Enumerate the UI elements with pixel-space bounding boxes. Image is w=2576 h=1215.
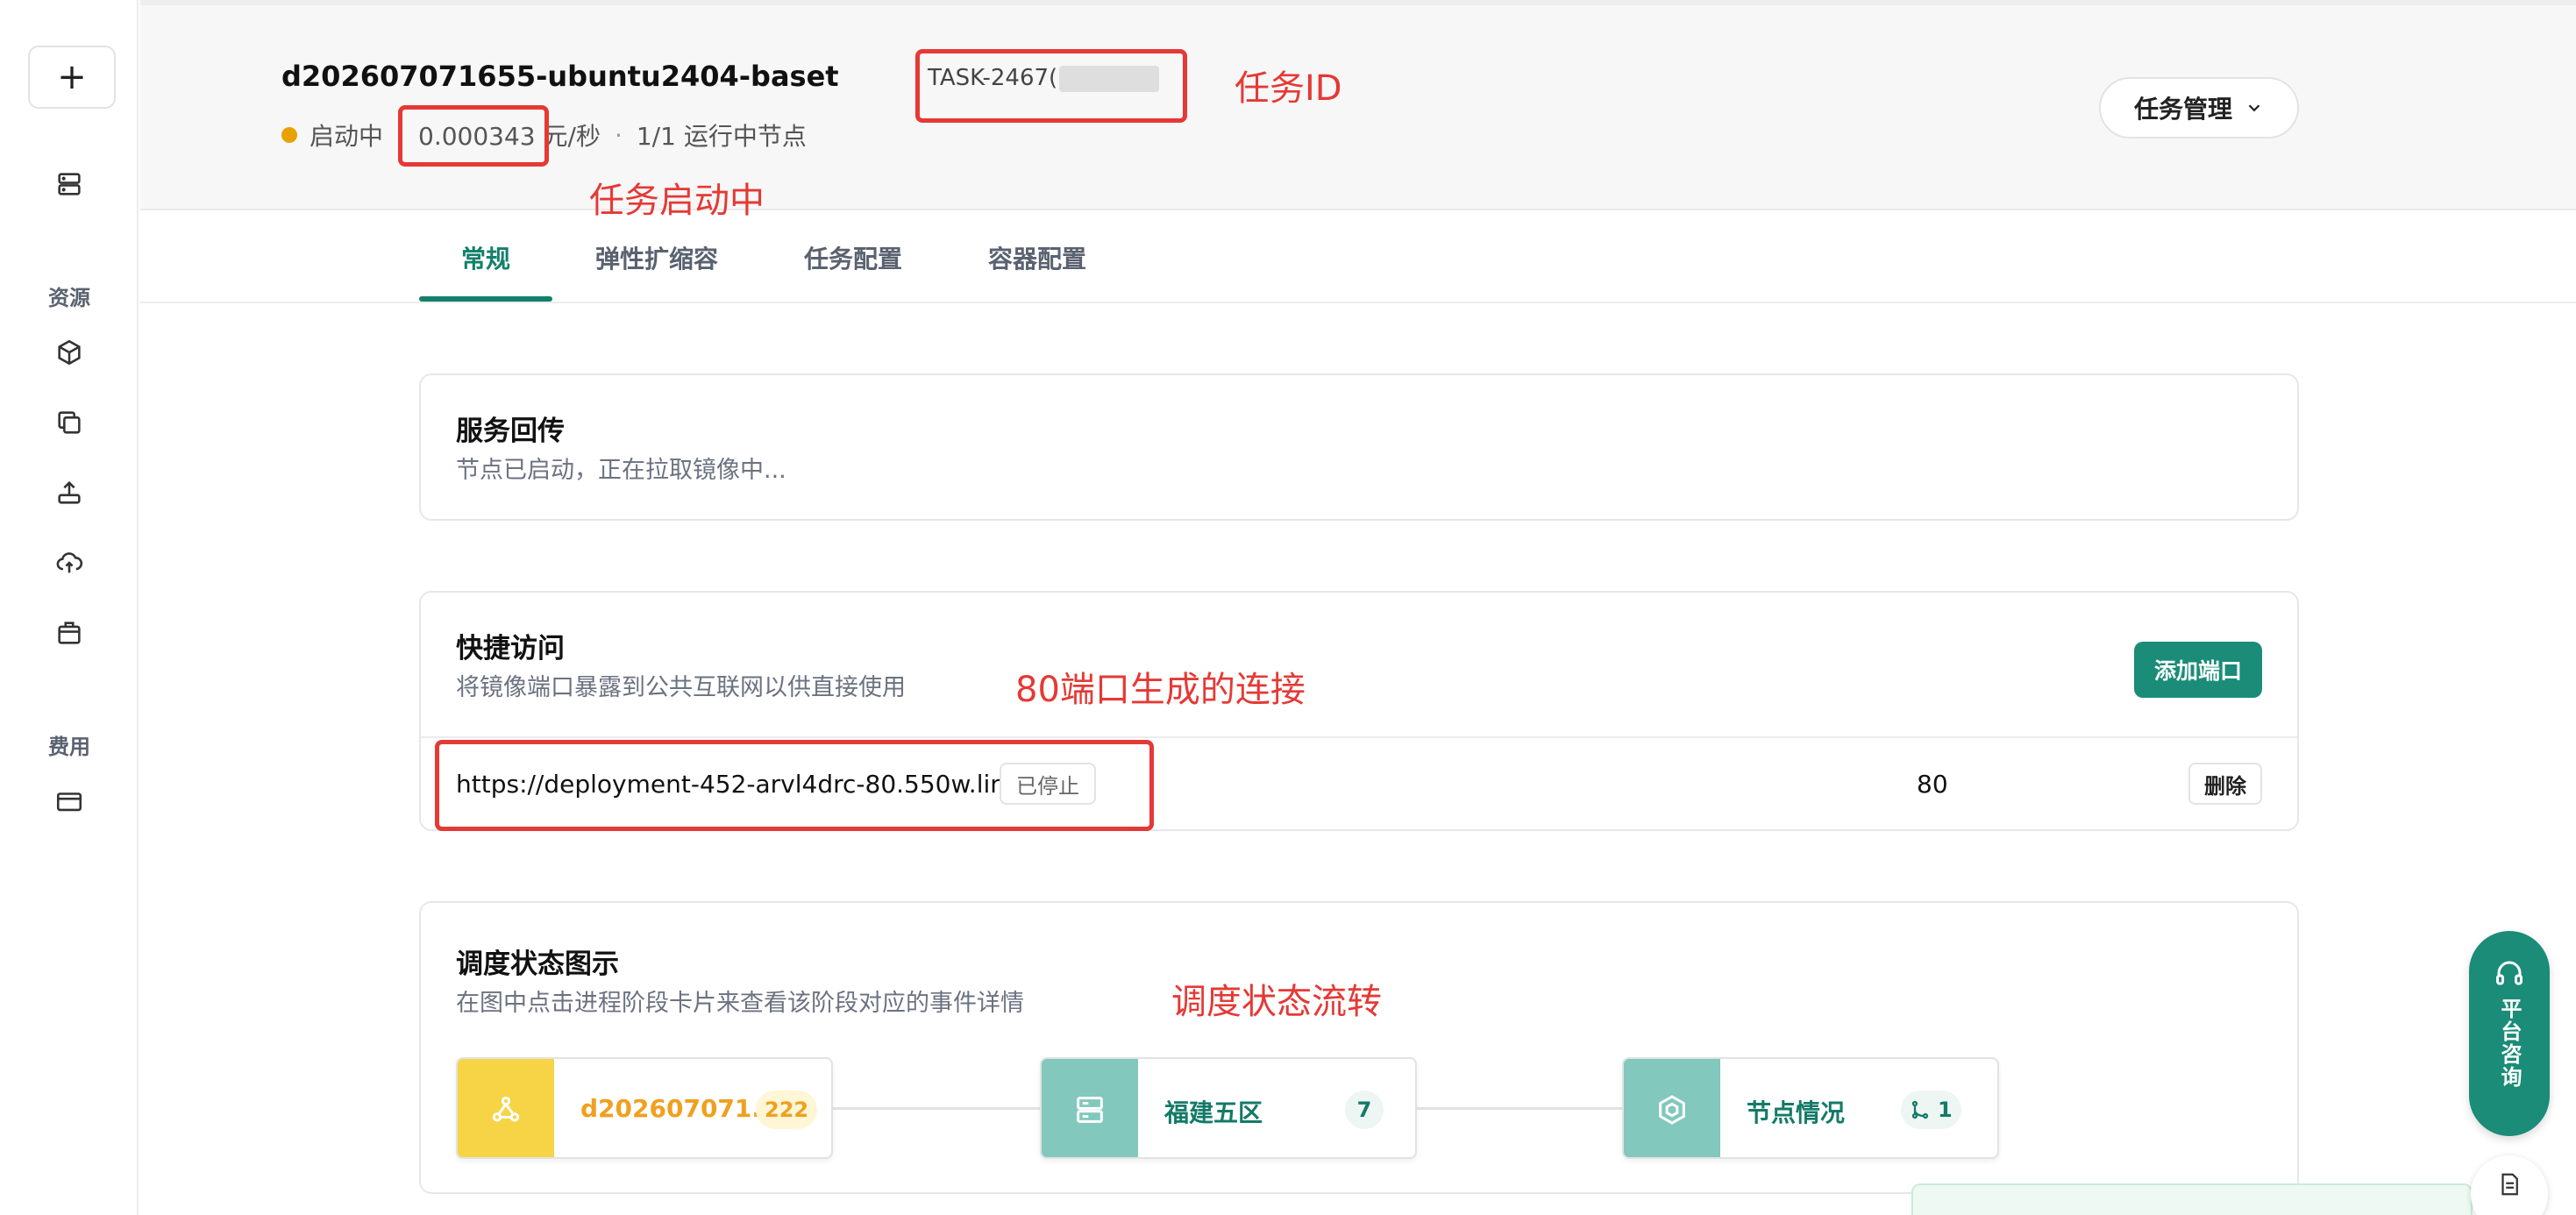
flow-step-label: 福建五区: [1164, 1098, 1263, 1127]
document-icon: [2501, 1173, 2518, 1196]
consult-label: 平台咨询: [2497, 998, 2522, 1089]
copy-icon[interactable]: [52, 405, 87, 440]
task-title: d202607071655-ubuntu2404-baset: [281, 60, 839, 93]
toast-notification: [1911, 1183, 2473, 1215]
box-icon[interactable]: [52, 615, 87, 650]
status-dot: [281, 127, 297, 143]
sidebar: + 资源 费用: [0, 0, 139, 1215]
flow-step-nodes[interactable]: 节点情况 1: [1622, 1057, 1999, 1159]
flow-connector: [833, 1107, 1042, 1110]
row-divider: [421, 736, 2297, 738]
flow-connector: [1415, 1107, 1624, 1110]
annotation-flow: 调度状态流转: [1171, 982, 1382, 1022]
cube-outline-icon: [1624, 1059, 1720, 1157]
tab-task-config[interactable]: 任务配置: [804, 240, 902, 275]
flow-step-task[interactable]: d202607071... 222: [456, 1057, 833, 1159]
tab-container-config[interactable]: 容器配置: [988, 240, 1086, 275]
flow-step-count: 1: [1901, 1091, 1961, 1129]
flow-step-label: d202607071...: [580, 1094, 780, 1123]
task-manage-label: 任务管理: [2133, 95, 2232, 124]
branch-icon: [1911, 1100, 1929, 1119]
annotation-starting: 任务启动中: [589, 181, 765, 221]
tab-active-indicator: [419, 296, 552, 302]
app-root: + 资源 费用 d202607071655-ubuntu2404-baset T…: [0, 0, 2576, 1215]
tab-bar: 常规 弹性扩缩容 任务配置 容器配置: [140, 210, 2576, 303]
status-text: 启动中: [310, 122, 384, 151]
quick-access-desc: 将镜像端口暴露到公共互联网以供直接使用: [456, 674, 906, 701]
headset-icon: [2496, 961, 2523, 985]
service-callback-card: 服务回传 节点已启动，正在拉取镜像中...: [419, 373, 2299, 521]
annotation-task-id: 任务ID: [1235, 68, 1342, 109]
nodes-icon: [458, 1059, 554, 1157]
cube-icon[interactable]: [52, 335, 87, 370]
upload-icon[interactable]: [52, 475, 87, 510]
annotation-link: 80端口生成的连接: [1015, 670, 1306, 710]
schedule-desc: 在图中点击进程阶段卡片来查看该阶段对应的事件详情: [456, 990, 1024, 1017]
service-card-title: 服务回传: [456, 416, 565, 447]
task-manage-button[interactable]: 任务管理: [2099, 77, 2299, 139]
port-number: 80: [1917, 770, 1948, 799]
flow-step-count: 7: [1345, 1091, 1384, 1129]
annotation-box-status: [398, 105, 549, 167]
flow-step-count: 222: [756, 1091, 818, 1129]
cloud-icon[interactable]: [52, 545, 87, 580]
separator: ·: [614, 120, 623, 150]
flow-step-label: 节点情况: [1747, 1098, 1846, 1127]
schedule-title: 调度状态图示: [456, 949, 619, 980]
sidebar-section-billing: 费用: [48, 735, 90, 759]
card-icon[interactable]: [52, 784, 87, 819]
service-card-desc: 节点已启动，正在拉取镜像中...: [456, 457, 786, 484]
document-float-button[interactable]: [2471, 1155, 2548, 1215]
tab-general[interactable]: 常规: [461, 240, 510, 275]
add-button[interactable]: +: [28, 46, 116, 109]
chevron-down-icon: [2248, 104, 2260, 112]
annotation-box-task-id: [915, 49, 1187, 123]
delete-button[interactable]: 删除: [2188, 763, 2262, 805]
annotation-box-link: [435, 740, 1154, 831]
flow-step-count-value: 1: [1938, 1098, 1953, 1122]
add-port-button[interactable]: 添加端口: [2134, 642, 2262, 698]
platform-consult-button[interactable]: 平台咨询: [2469, 931, 2550, 1136]
server-icon: [1042, 1059, 1138, 1157]
nodes-text: 1/1 运行中节点: [636, 122, 807, 151]
quick-access-title: 快捷访问: [456, 633, 565, 664]
server-icon[interactable]: [52, 167, 87, 202]
sidebar-section-resources: 资源: [48, 286, 90, 310]
flow-step-region[interactable]: 福建五区 7: [1040, 1057, 1417, 1159]
tab-autoscale[interactable]: 弹性扩缩容: [595, 240, 718, 275]
